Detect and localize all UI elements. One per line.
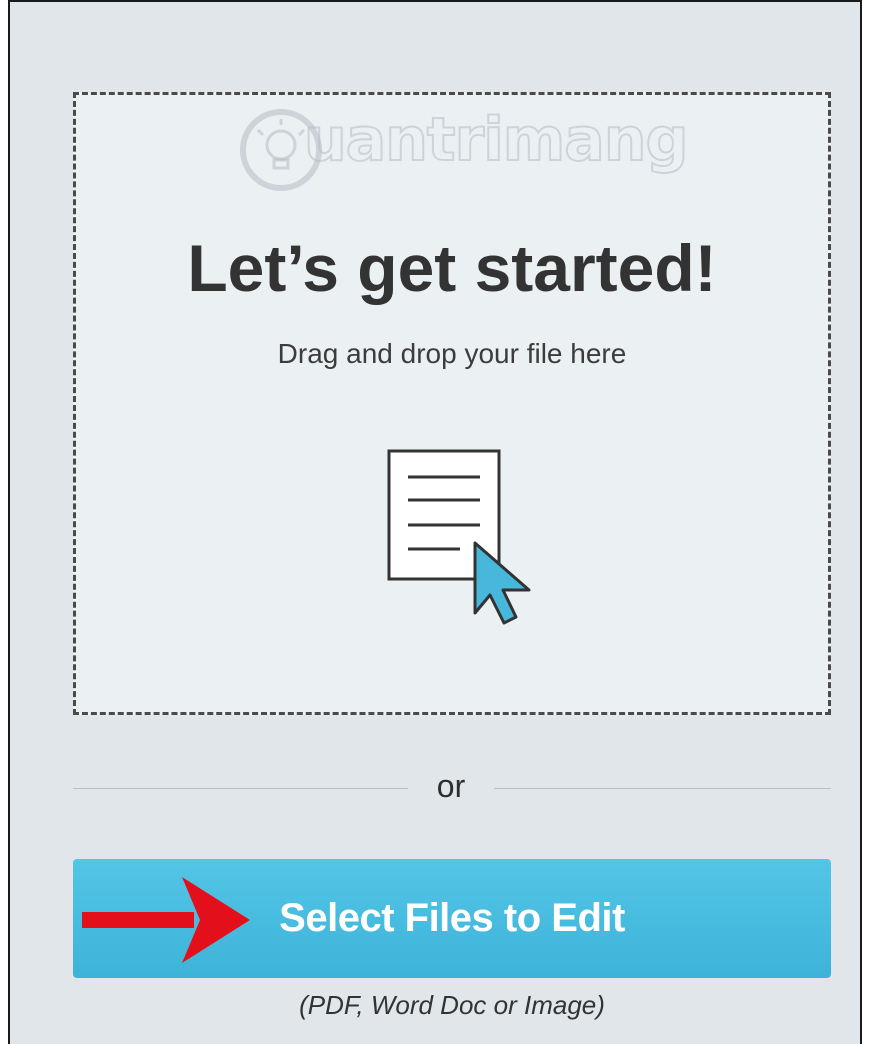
or-label: or: [436, 768, 466, 804]
dropzone-title: Let’s get started!: [187, 231, 717, 305]
watermark: uantrimang: [236, 99, 756, 209]
upload-panel: uantrimang Let’s get started! Drag and d…: [8, 0, 862, 1044]
divider-left: [73, 788, 408, 789]
file-dropzone[interactable]: uantrimang Let’s get started! Drag and d…: [73, 92, 831, 715]
document-cursor-icon: [387, 449, 531, 625]
red-arrow-icon: [82, 877, 250, 963]
lightbulb-icon: [240, 109, 322, 191]
divider-right: [494, 788, 831, 789]
watermark-text: uantrimang: [303, 104, 689, 176]
file-types-hint: (PDF, Word Doc or Image): [299, 990, 605, 1020]
dropzone-subtitle: Drag and drop your file here: [277, 338, 627, 369]
